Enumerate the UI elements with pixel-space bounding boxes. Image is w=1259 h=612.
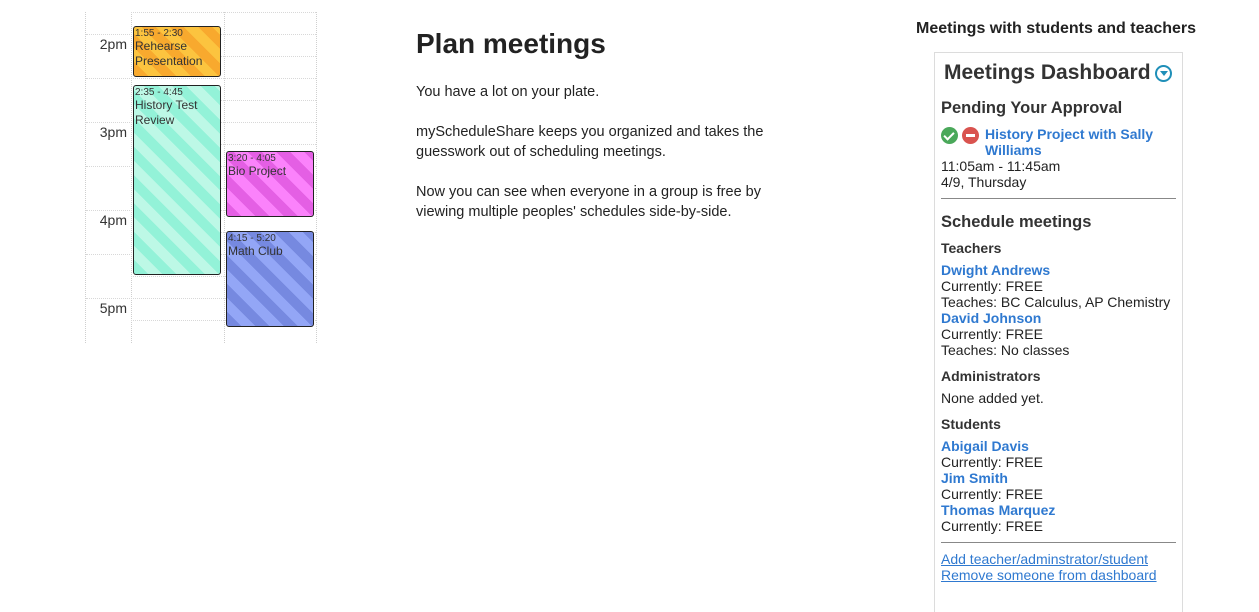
event-title: History Test Review xyxy=(135,98,198,127)
calendar-divider xyxy=(224,12,225,343)
calendar-divider xyxy=(131,12,132,343)
teacher-classes: Teaches: BC Calculus, AP Chemistry xyxy=(941,294,1171,310)
add-member-link[interactable]: Add teacher/adminstrator/student xyxy=(941,551,1176,567)
administrators-heading: Administrators xyxy=(941,368,1041,384)
hero-section: Plan meetings You have a lot on your pla… xyxy=(416,28,796,242)
decline-icon[interactable] xyxy=(962,127,979,144)
event-time: 4:15 - 5:20 xyxy=(228,233,276,244)
dashboard-title: Meetings Dashboard xyxy=(944,61,1151,84)
calendar-event[interactable]: 4:15 - 5:20 Math Club xyxy=(226,231,314,327)
dashboard-header[interactable]: Meetings Dashboard xyxy=(944,61,1176,85)
page-title: Plan meetings xyxy=(416,28,606,59)
teacher-status: Currently: FREE xyxy=(941,278,1043,294)
calendar-event[interactable]: 1:55 - 2:30 Rehearse Presentation xyxy=(133,26,221,77)
chevron-down-icon[interactable] xyxy=(1154,64,1172,82)
pending-meeting-link[interactable]: History Project with Sally Williams xyxy=(985,126,1176,158)
pending-meeting-date: 4/9, Thursday xyxy=(941,174,1027,190)
calendar: 2pm 3pm 4pm 5pm 1:55 - 2:30 Rehearse Pre… xyxy=(85,12,317,343)
student-status: Currently: FREE xyxy=(941,454,1043,470)
administrators-empty: None added yet. xyxy=(941,390,1044,406)
schedule-heading: Schedule meetings xyxy=(941,213,1092,231)
hero-paragraph: You have a lot on your plate. xyxy=(416,84,600,100)
pending-heading: Pending Your Approval xyxy=(941,99,1123,117)
student-link[interactable]: Jim Smith xyxy=(941,470,1176,486)
time-label: 3pm xyxy=(99,124,127,140)
remove-member-link[interactable]: Remove someone from dashboard xyxy=(941,567,1176,583)
meetings-dashboard: Meetings Dashboard Pending Your Approval… xyxy=(934,52,1183,612)
teachers-heading: Teachers xyxy=(941,240,1002,256)
teacher-status: Currently: FREE xyxy=(941,326,1043,342)
event-title: Math Club xyxy=(228,244,283,258)
teacher-classes: Teaches: No classes xyxy=(941,342,1070,358)
event-title: Bio Project xyxy=(228,164,287,178)
time-label: 4pm xyxy=(99,212,127,228)
approve-icon[interactable] xyxy=(941,127,958,144)
event-time: 1:55 - 2:30 xyxy=(135,28,183,39)
teacher-link[interactable]: David Johnson xyxy=(941,310,1176,326)
students-heading: Students xyxy=(941,416,1001,432)
pending-meeting-time: 11:05am - 11:45am xyxy=(941,158,1061,174)
time-label: 2pm xyxy=(99,36,127,52)
pending-meeting: History Project with Sally Williams xyxy=(941,126,1176,158)
event-time: 3:20 - 4:05 xyxy=(228,153,276,164)
divider xyxy=(941,198,1176,199)
student-status: Currently: FREE xyxy=(941,518,1043,534)
teacher-link[interactable]: Dwight Andrews xyxy=(941,262,1176,278)
event-time: 2:35 - 4:45 xyxy=(135,87,183,98)
student-link[interactable]: Thomas Marquez xyxy=(941,502,1176,518)
divider xyxy=(941,542,1176,543)
hero-paragraph: Now you can see when everyone in a group… xyxy=(416,184,761,220)
calendar-event[interactable]: 2:35 - 4:45 History Test Review xyxy=(133,85,221,275)
student-status: Currently: FREE xyxy=(941,486,1043,502)
calendar-event[interactable]: 3:20 - 4:05 Bio Project xyxy=(226,151,314,217)
sidebar-title: Meetings with students and teachers xyxy=(916,20,1197,37)
hero-paragraph: myScheduleShare keeps you organized and … xyxy=(416,124,764,160)
time-label: 5pm xyxy=(99,300,127,316)
student-link[interactable]: Abigail Davis xyxy=(941,438,1176,454)
event-title: Rehearse Presentation xyxy=(135,39,203,68)
